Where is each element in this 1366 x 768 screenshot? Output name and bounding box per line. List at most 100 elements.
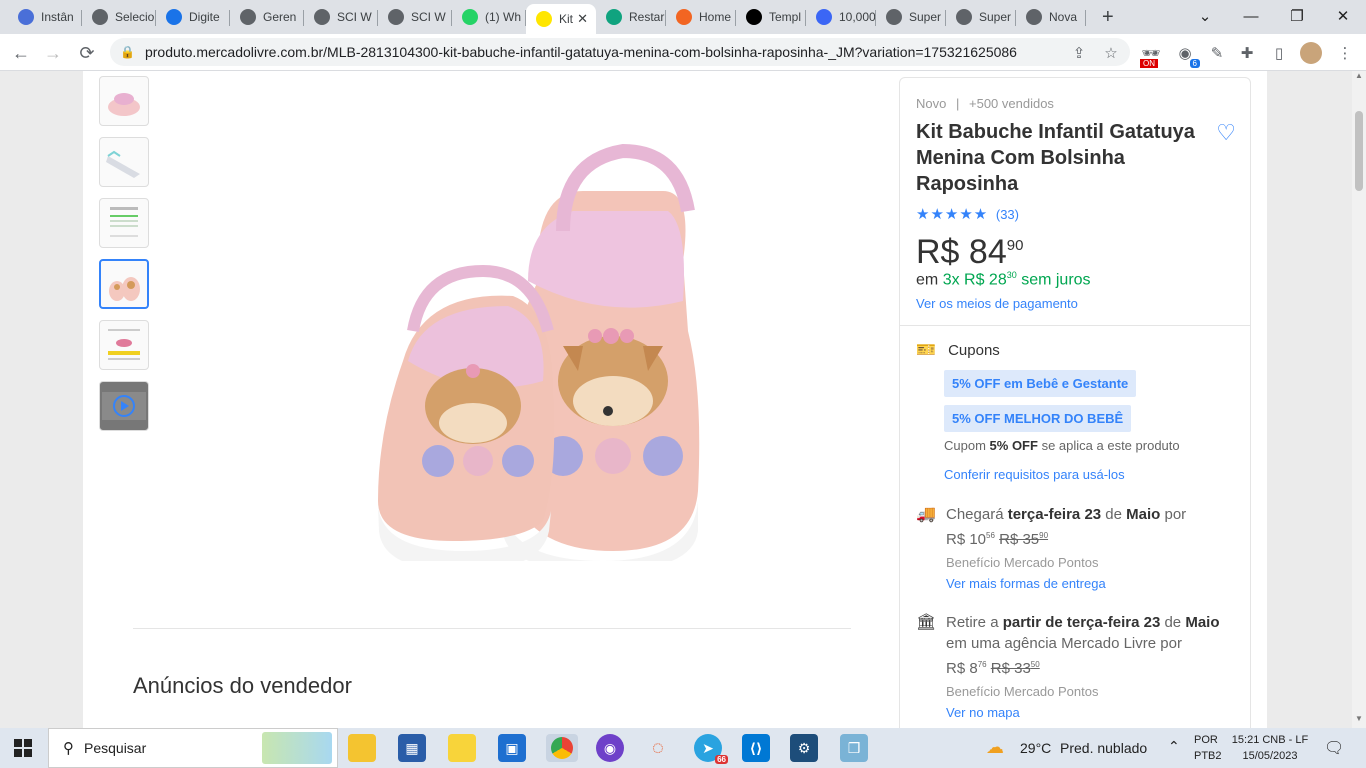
eyedropper-icon[interactable]: ✎ xyxy=(1206,42,1228,64)
tab-label: Super xyxy=(979,10,1012,24)
search-icon: ⚲ xyxy=(63,740,74,757)
map-link[interactable]: Ver no mapa xyxy=(946,702,1234,723)
tray-chevron-icon[interactable]: ⌃ xyxy=(1168,738,1180,755)
tab-label: Restar xyxy=(629,10,665,24)
scroll-up-arrow-icon[interactable]: ▲ xyxy=(1352,71,1366,85)
browser-tab-3[interactable]: Digite xyxy=(156,2,230,32)
app-cube-icon[interactable]: ❒ xyxy=(840,734,868,762)
file-explorer-icon[interactable] xyxy=(348,734,376,762)
mysql-workbench-icon[interactable]: ⚙ xyxy=(790,734,818,762)
thumbnail-5[interactable] xyxy=(99,320,149,370)
thumbnail-3[interactable] xyxy=(99,198,149,248)
language-indicator[interactable]: POR PTB2 xyxy=(1194,732,1222,764)
weather-desc[interactable]: Pred. nublado xyxy=(1060,740,1147,756)
browser-tab-6[interactable]: SCI W xyxy=(378,2,452,32)
tab-label: Geren xyxy=(263,10,297,24)
installments: em 3x R$ 2830 sem juros xyxy=(916,270,1234,289)
delivery-pre: Chegará xyxy=(946,506,1004,524)
browser-tab-14[interactable]: Super xyxy=(946,2,1016,32)
coupon-chip-2[interactable]: 5% OFF MELHOR DO BEBÊ xyxy=(944,405,1132,433)
page-scrollbar[interactable]: ▲ ▼ xyxy=(1352,71,1366,728)
extension-spy-icon[interactable]: 🕶 ON xyxy=(1140,42,1162,68)
pickup-price: R$ 8 xyxy=(946,660,978,678)
browser-tab-8[interactable]: Kit ✕ xyxy=(526,4,596,34)
pickup-date: 23 xyxy=(1143,614,1161,632)
back-button[interactable]: ← xyxy=(8,40,34,66)
notifications-icon[interactable]: 🗨 xyxy=(1324,738,1344,758)
github-desktop-icon[interactable]: ◉ xyxy=(596,734,624,762)
profile-avatar[interactable] xyxy=(1300,42,1322,64)
sticky-notes-icon[interactable] xyxy=(448,734,476,762)
network-app-icon[interactable]: ▦ xyxy=(398,734,426,762)
thumbnail-2[interactable] xyxy=(99,137,149,187)
browser-tab-5[interactable]: SCI W xyxy=(304,2,378,32)
pickup-pre: Retire xyxy=(946,614,987,632)
thumbnail-4-selected[interactable] xyxy=(99,259,149,309)
side-panel-icon[interactable]: ▯ xyxy=(1268,42,1290,64)
pickup-line2: em uma agência Mercado Livre por xyxy=(946,635,1182,653)
minimize-button[interactable]: — xyxy=(1228,0,1274,32)
thumbnail-1[interactable] xyxy=(99,76,149,126)
calculator-app-icon[interactable]: ▣ xyxy=(498,734,526,762)
tab-label: Home xyxy=(699,10,732,24)
browser-tab-2[interactable]: Selecio xyxy=(82,2,156,32)
clock-date: 15/05/2023 xyxy=(1242,750,1298,762)
telegram-badge: 66 xyxy=(715,755,728,764)
price: R$ 8490 xyxy=(916,233,1234,272)
browser-tab-4[interactable]: Geren xyxy=(230,2,304,32)
forward-button[interactable]: → xyxy=(40,40,66,66)
browser-tab-12[interactable]: 10,000 xyxy=(806,2,876,32)
product-main-image[interactable] xyxy=(283,131,723,561)
chrome-taskbar-icon[interactable] xyxy=(546,734,578,762)
browser-tab-7[interactable]: (1) Wh xyxy=(452,2,526,32)
address-bar[interactable]: 🔒 produto.mercadolivre.com.br/MLB-281310… xyxy=(110,38,1130,66)
browser-tab-15[interactable]: Nova xyxy=(1016,2,1086,32)
bookmark-star-icon[interactable]: ☆ xyxy=(1100,42,1122,64)
pickup-row: 🏛 Retire a partir de terça-feira 23 de M… xyxy=(916,612,1234,723)
clock[interactable]: 15:21 CNB - LF 15/05/2023 xyxy=(1230,732,1310,764)
more-delivery-link[interactable]: Ver mais formas de entrega xyxy=(946,573,1234,594)
tab-label: Kit xyxy=(559,12,574,26)
rating-row[interactable]: ★★★★★ (33) xyxy=(916,205,1234,223)
taskbar-search-placeholder: Pesquisar xyxy=(84,740,147,756)
price-symbol: R$ xyxy=(916,233,960,271)
reload-button[interactable]: ⟳ xyxy=(74,40,100,66)
browser-tab-1[interactable]: Instân xyxy=(8,2,82,32)
tab-label: SCI W xyxy=(337,10,372,24)
extensions-puzzle-icon[interactable]: ✚ xyxy=(1236,42,1258,64)
pickup-month: Maio xyxy=(1185,614,1220,632)
coupon-chip-1[interactable]: 5% OFF em Bebê e Gestante xyxy=(944,370,1137,398)
vscode-icon[interactable]: ⟨⟩ xyxy=(742,734,770,762)
installments-pre: em xyxy=(916,271,939,289)
close-tab-icon[interactable]: ✕ xyxy=(577,11,588,27)
info-thumbnail-icon xyxy=(108,329,140,360)
tab-label: SCI W xyxy=(411,10,446,24)
tab-label: Selecio xyxy=(115,10,155,24)
menu-kebab-icon[interactable]: ⋮ xyxy=(1334,42,1356,64)
telegram-icon[interactable]: ➤ 66 xyxy=(694,734,728,764)
windows-start-icon[interactable] xyxy=(14,739,32,757)
browser-tab-10[interactable]: Home xyxy=(666,2,736,32)
condition-sold: Novo | +500 vendidos xyxy=(916,96,1234,111)
scroll-down-arrow-icon[interactable]: ▼ xyxy=(1352,714,1366,728)
favorite-heart-icon[interactable]: ♡ xyxy=(1216,120,1236,146)
price-integer: 84 xyxy=(968,233,1007,271)
thumbnail-6-video[interactable] xyxy=(99,381,149,431)
openai-icon xyxy=(606,9,622,25)
restore-button[interactable]: ❐ xyxy=(1274,0,1320,32)
weather-temp[interactable]: 29°C xyxy=(1020,740,1051,756)
close-window-button[interactable]: ✕ xyxy=(1320,0,1366,32)
new-tab-button[interactable]: + xyxy=(1092,2,1122,32)
extension-github-icon[interactable]: ◉ 6 xyxy=(1174,42,1200,68)
payment-methods-link[interactable]: Ver os meios de pagamento xyxy=(916,296,1234,311)
rating-count: (33) xyxy=(995,207,1019,222)
browser-tab-11[interactable]: Templ xyxy=(736,2,806,32)
tab-search-button[interactable]: ⌄ xyxy=(1182,0,1228,32)
browser-tab-9[interactable]: Restar xyxy=(596,2,666,32)
browser-tab-strip: Instân Selecio Digite Geren SCI W SCI W (1) Wh… xyxy=(0,0,1366,34)
browser-tab-13[interactable]: Super xyxy=(876,2,946,32)
coupon-requirements-link[interactable]: Conferir requisitos para usá-los xyxy=(944,467,1234,482)
scroll-thumb[interactable] xyxy=(1355,111,1363,191)
share-icon[interactable]: ⇪ xyxy=(1068,42,1090,64)
ubuntu-like-icon[interactable]: ◌ xyxy=(644,734,672,762)
